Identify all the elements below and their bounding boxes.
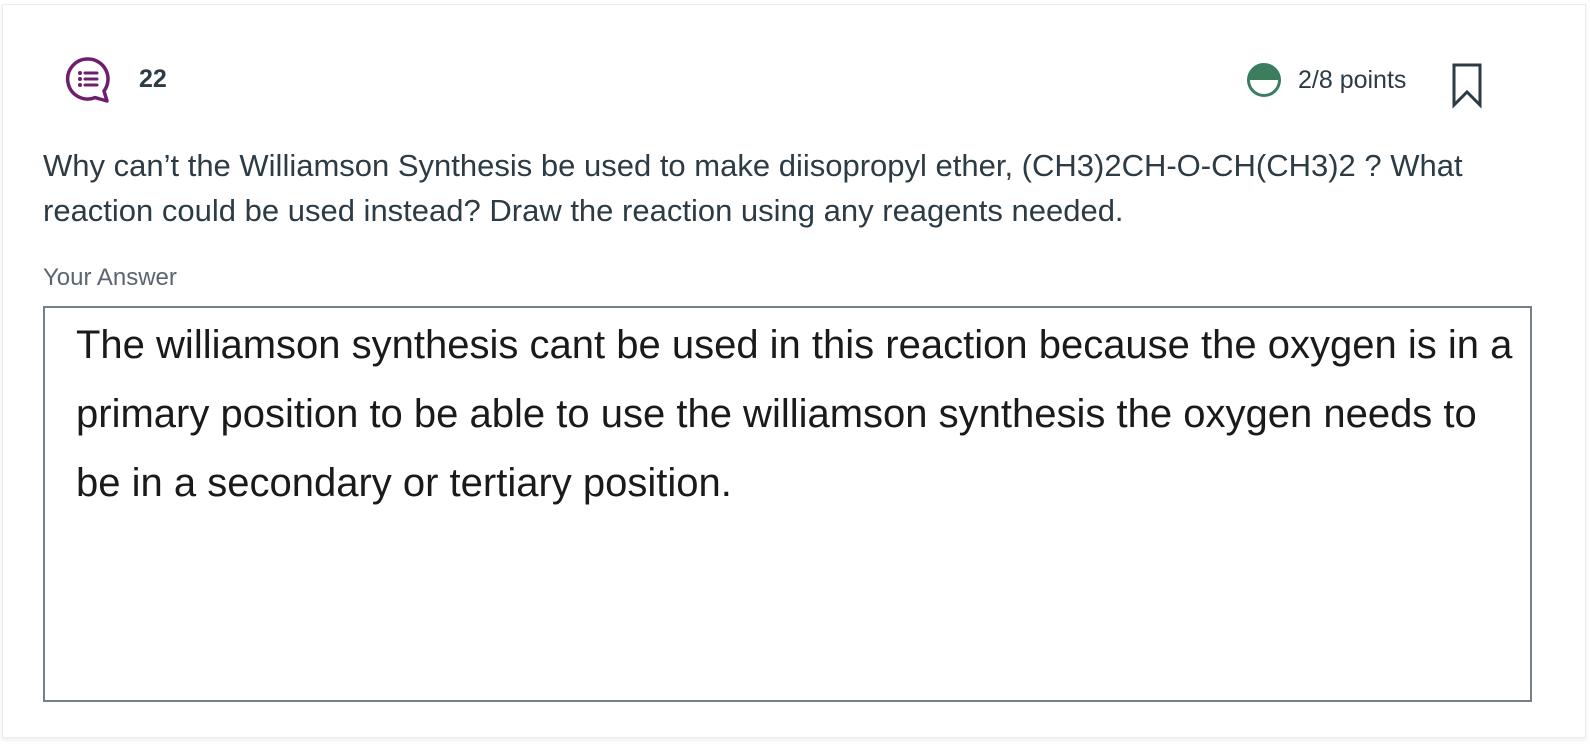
score-display: 2/8 points <box>1246 60 1406 100</box>
points-text: 2/8 points <box>1298 65 1407 94</box>
question-number: 22 <box>139 65 167 93</box>
answer-text: The williamson synthesis cant be used in… <box>76 323 1513 505</box>
question-header: 22 2/8 points <box>3 5 1585 135</box>
bookmark-icon[interactable] <box>1450 61 1484 109</box>
discussion-list-icon <box>64 55 112 103</box>
answer-box: The williamson synthesis cant be used in… <box>43 306 1532 702</box>
partial-score-icon <box>1246 62 1282 98</box>
answer-label: Your Answer <box>43 264 177 291</box>
question-card: 22 2/8 points Why can’t the Williamson S… <box>2 4 1586 738</box>
question-text: Why can’t the Williamson Synthesis be us… <box>43 148 1463 228</box>
